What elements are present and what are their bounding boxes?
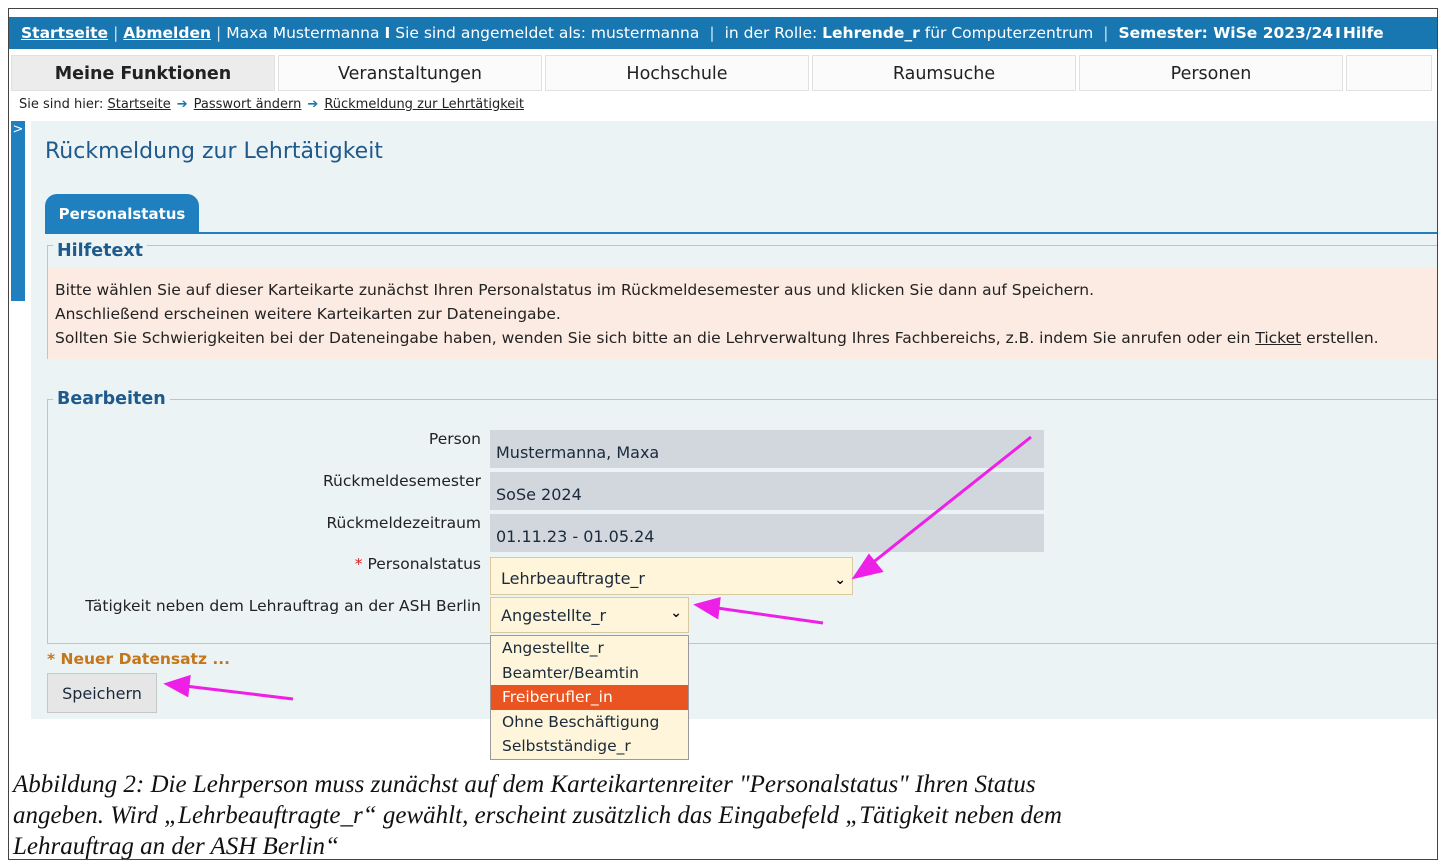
- annotation-arrowhead: [693, 596, 721, 620]
- caption-line: Lehrauftrag an der ASH Berlin“: [13, 833, 339, 860]
- screenshot-frame: Startseite | Abmelden | Maxa Mustermanna I Sie…: [8, 8, 1438, 860]
- caption-line: Abbildung 2: Die Lehrperson muss zunächs…: [13, 771, 1036, 798]
- annotation-arrow: [184, 684, 294, 701]
- annotation-arrow: [716, 606, 824, 625]
- annotation-arrow: [870, 435, 1032, 566]
- annotation-arrowhead: [163, 674, 191, 698]
- caption-line: angeben. Wird „Lehrbeauftragte_r“ gewähl…: [13, 802, 1062, 829]
- annotation-arrows: [163, 435, 1032, 701]
- figure-caption: Abbildung 2: Die Lehrperson muss zunächs…: [13, 769, 1433, 860]
